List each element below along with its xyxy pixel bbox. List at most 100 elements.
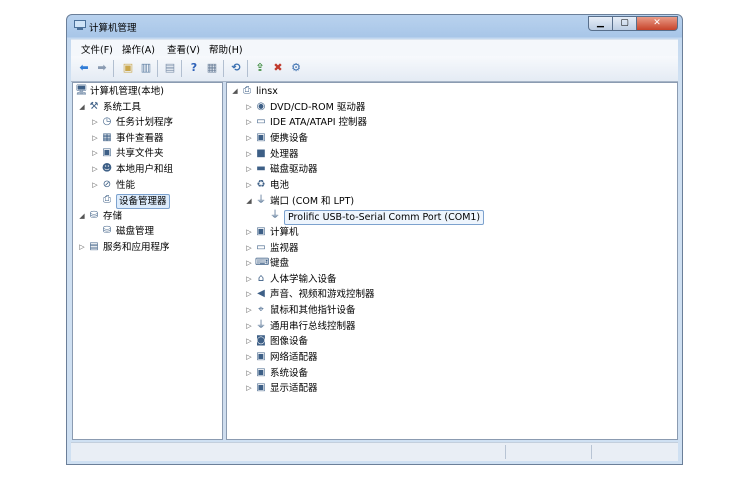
hid-icon: ⌂: [257, 272, 265, 284]
node-label: 端口 (COM 和 LPT): [270, 195, 355, 207]
help-button[interactable]: ?: [187, 61, 201, 75]
expand-arrow-icon[interactable]: ▷: [245, 384, 253, 392]
show-hide-tree-button[interactable]: ▥: [139, 61, 153, 75]
tree-node[interactable]: ◢ ⛁ 存储: [73, 209, 222, 224]
tree-node[interactable]: ◢ ⏚ 端口 (COM 和 LPT): [227, 194, 677, 209]
tree-node[interactable]: ▷ ⌂ 人体学输入设备: [227, 272, 677, 287]
expand-arrow-icon[interactable]: ▷: [245, 118, 253, 126]
tree-node[interactable]: ▷ ⌖ 鼠标和其他指针设备: [227, 303, 677, 318]
expand-arrow-icon[interactable]: ▷: [245, 322, 253, 330]
menu-item[interactable]: 文件(F): [81, 42, 113, 56]
node-label: 事件查看器: [116, 132, 164, 144]
scan-hardware-button[interactable]: ⟲: [229, 61, 243, 75]
menu-item[interactable]: 查看(V): [167, 42, 200, 56]
expand-arrow-icon[interactable]: ▷: [245, 150, 253, 158]
collapse-arrow-icon[interactable]: ◢: [78, 103, 86, 111]
properties-button[interactable]: ▦: [205, 61, 219, 75]
title-bar[interactable]: 计算机管理 ▁ ▢ ✕: [67, 15, 682, 37]
expand-arrow-icon[interactable]: ▷: [245, 228, 253, 236]
tree-node[interactable]: ⏚ Prolific USB-to-Serial Comm Port (COM1): [227, 209, 677, 226]
forward-arrow-button[interactable]: ➡: [95, 61, 109, 75]
computer-icon: ⎙: [243, 85, 251, 96]
tree-node[interactable]: ▷ ◉ DVD/CD-ROM 驱动器: [227, 100, 677, 115]
expand-arrow-icon[interactable]: ▷: [245, 244, 253, 252]
uninstall-button[interactable]: ✖: [271, 61, 285, 75]
expand-arrow-icon[interactable]: ▷: [91, 181, 99, 189]
back-arrow-button[interactable]: ⬅: [77, 61, 91, 75]
expand-arrow-icon[interactable]: ▷: [91, 118, 99, 126]
collapse-arrow-icon[interactable]: ◢: [78, 212, 86, 220]
toolbar-separator: [247, 60, 248, 77]
tree-node[interactable]: ▷ ◷ 任务计划程序: [73, 115, 222, 130]
collapse-arrow-icon[interactable]: ◢: [231, 87, 239, 95]
camera-icon: ◙: [256, 335, 266, 347]
menu-item[interactable]: 帮助(H): [209, 42, 243, 56]
tree-node[interactable]: ◢ ⎙ linsx: [227, 84, 677, 99]
expand-arrow-icon[interactable]: ▷: [245, 275, 253, 283]
device-tree-pane[interactable]: ◢ ⎙ linsx ▷ ◉ DVD/CD-ROM 驱动器 ▷ ▭ IDE ATA/ATAPI 控…: [226, 82, 678, 440]
tree-node[interactable]: ▷ ◙ 图像设备: [227, 334, 677, 349]
uninstall-icon: ✖: [273, 61, 283, 74]
expand-arrow-icon[interactable]: ▷: [245, 337, 253, 345]
tree-node[interactable]: ▷ ⌨ 键盘: [227, 256, 677, 271]
tree-node[interactable]: ▷ ▦ 事件查看器: [73, 131, 222, 146]
expand-arrow-icon[interactable]: ▷: [245, 259, 253, 267]
expand-arrow-icon[interactable]: ▷: [245, 134, 253, 142]
node-label: IDE ATA/ATAPI 控制器: [270, 117, 368, 129]
expand-arrow-icon[interactable]: ▷: [91, 165, 99, 173]
tree-node[interactable]: ▷ ⊘ 性能: [73, 178, 222, 193]
tree-node[interactable]: ▷ ▣ 计算机: [227, 225, 677, 240]
tree-node[interactable]: ▷ ▣ 系统设备: [227, 366, 677, 381]
node-label: 网络适配器: [270, 352, 318, 364]
collapse-arrow-icon[interactable]: ◢: [245, 197, 253, 205]
expand-arrow-icon[interactable]: ▷: [91, 149, 99, 157]
expand-arrow-icon[interactable]: ▷: [245, 353, 253, 361]
computer-management-app-icon: [74, 20, 86, 30]
expand-arrow-icon[interactable]: ▷: [245, 181, 253, 189]
expand-arrow-icon[interactable]: ▷: [245, 165, 253, 173]
console-tree-pane[interactable]: 🖥 计算机管理(本地) ◢ ⚒ 系统工具 ▷ ◷ 任务计划程序 ▷ ▦ 事件查看器 ▷ ▣ 共享文件夹 ▷ ☻…: [72, 82, 223, 440]
toolbar-separator: [181, 60, 182, 77]
tree-node[interactable]: ▷ ▭ IDE ATA/ATAPI 控制器: [227, 115, 677, 130]
tree-node[interactable]: ▷ ▭ 监视器: [227, 241, 677, 256]
ide-controller-icon: ▭: [256, 116, 266, 128]
tree-node[interactable]: ▷ ▣ 网络适配器: [227, 350, 677, 365]
tree-node[interactable]: ◢ ⚒ 系统工具: [73, 100, 222, 115]
display-adapter-icon: ▣: [256, 382, 266, 394]
tree-node[interactable]: ▷ ■ 处理器: [227, 147, 677, 162]
expand-arrow-icon[interactable]: ▷: [91, 134, 99, 142]
battery-icon: ♻: [256, 178, 266, 190]
close-button[interactable]: ✕: [637, 16, 678, 31]
tree-node[interactable]: 🖥 计算机管理(本地): [73, 84, 222, 99]
dvd-drive-icon: ◉: [256, 100, 266, 112]
tree-node[interactable]: ▷ ▣ 便携设备: [227, 131, 677, 146]
up-folder-button[interactable]: ▣: [121, 61, 135, 75]
tree-node[interactable]: ▷ ▣ 显示适配器: [227, 381, 677, 396]
tree-node[interactable]: ⛁ 磁盘管理: [73, 224, 222, 239]
tree-node[interactable]: ▷ ▬ 磁盘驱动器: [227, 162, 677, 177]
tree-node[interactable]: ▷ ▣ 共享文件夹: [73, 146, 222, 161]
expand-arrow-icon[interactable]: ▷: [245, 290, 253, 298]
enable-device-button[interactable]: ⚙: [289, 61, 303, 75]
expand-arrow-icon[interactable]: ▷: [245, 369, 253, 377]
computer-management-icon: 🖥: [75, 85, 88, 96]
expand-arrow-icon[interactable]: ▷: [245, 306, 253, 314]
minimize-button[interactable]: ▁: [588, 16, 613, 31]
tree-node[interactable]: ▷ ♻ 电池: [227, 178, 677, 193]
export-list-button[interactable]: ▤: [163, 61, 177, 75]
expand-arrow-icon[interactable]: ▷: [245, 103, 253, 111]
portable-device-icon: ▣: [256, 131, 266, 143]
tree-node[interactable]: ⎙ 设备管理器: [73, 193, 222, 210]
menu-item[interactable]: 操作(A): [122, 42, 155, 56]
maximize-button[interactable]: ▢: [613, 16, 637, 31]
minimize-icon: ▁: [597, 18, 604, 28]
node-label: 本地用户和组: [116, 164, 174, 175]
tree-node[interactable]: ▷ ⏚ 通用串行总线控制器: [227, 319, 677, 334]
tree-node[interactable]: ▷ ▤ 服务和应用程序: [73, 240, 222, 255]
update-driver-button[interactable]: ⇪: [253, 61, 267, 75]
expand-arrow-icon[interactable]: ▷: [78, 243, 86, 251]
tree-node[interactable]: ▷ ☻ 本地用户和组: [73, 162, 222, 177]
serial-port-icon: ⏚: [270, 210, 280, 222]
tree-node[interactable]: ▷ ◀ 声音、视频和游戏控制器: [227, 287, 677, 302]
node-label: 声音、视频和游戏控制器: [270, 289, 375, 301]
